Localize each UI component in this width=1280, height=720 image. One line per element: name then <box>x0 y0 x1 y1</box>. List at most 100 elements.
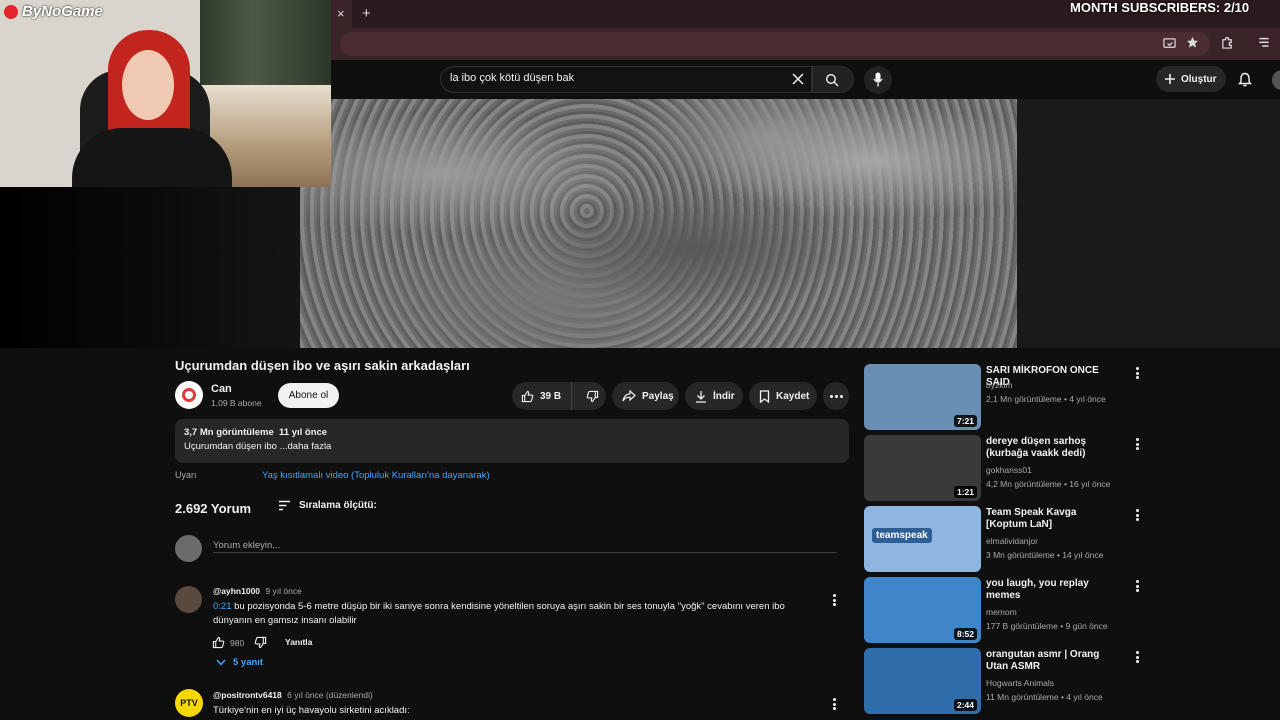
sort-comments-button[interactable]: Sıralama ölçütü: <box>278 500 377 511</box>
channel-avatar[interactable] <box>175 381 203 409</box>
address-bar[interactable] <box>340 32 1210 56</box>
channel-logo-icon <box>182 388 196 402</box>
subscribe-label: Abone ol <box>288 390 329 401</box>
like-dislike-group: 39 B <box>512 382 606 410</box>
video-frame[interactable] <box>300 99 1017 348</box>
search-icon <box>825 73 839 87</box>
recommendation-menu-icon[interactable] <box>1131 437 1143 451</box>
download-button[interactable]: İndir <box>685 382 743 410</box>
dislike-button[interactable] <box>578 382 606 410</box>
notifications-bell-icon[interactable] <box>1238 72 1252 87</box>
video-thumbnail[interactable]: 1:21 <box>864 435 981 501</box>
recommendation-card[interactable]: 8:52 you laugh, you replay memes memom 177 … <box>864 577 1154 643</box>
video-thumbnail[interactable]: 7:21 <box>864 364 981 430</box>
webcam-curtain <box>200 0 331 90</box>
chevron-down-icon <box>216 659 226 666</box>
create-button[interactable]: Oluştur <box>1156 66 1226 92</box>
comment-like-icon[interactable] <box>212 636 225 649</box>
share-button[interactable]: Paylaş <box>612 382 679 410</box>
video-duration-badge: 7:21 <box>953 415 977 427</box>
comment-avatar-text: PTV <box>180 698 198 708</box>
more-horizontal-icon <box>829 394 843 398</box>
recommendation-card[interactable]: 2:44 orangutan asmr | Orang Utan ASMR Hogw… <box>864 648 1154 714</box>
share-icon <box>622 390 636 402</box>
recommendation-channel[interactable]: Hogwarts Animals <box>986 676 1054 690</box>
save-label: Kaydet <box>776 390 810 402</box>
age-restriction-link[interactable]: Yaş kısıtlamalı video (Topluluk Kurallar… <box>262 470 490 481</box>
comment-avatar[interactable]: PTV <box>175 689 203 717</box>
subscriber-count: 1,09 B abone <box>211 398 262 408</box>
recommendation-channel[interactable]: byzkim <box>986 378 1012 392</box>
current-user-avatar <box>175 535 202 562</box>
recommendation-channel[interactable]: memom <box>986 605 1017 619</box>
comment-header: @ayhn1000 9 yıl önce <box>213 586 302 596</box>
video-duration-badge: 2:44 <box>953 699 977 711</box>
recommendation-title[interactable]: orangutan asmr | Orang Utan ASMR <box>986 649 1114 673</box>
replies-count: 5 yanıt <box>233 657 264 668</box>
browser-menu-icon[interactable] <box>1258 36 1270 49</box>
comment-avatar[interactable] <box>175 586 202 613</box>
views-and-date: 3,7 Mn görüntüleme 11 yıl önce <box>184 427 328 438</box>
recommendation-meta: 3 Mn görüntüleme • 14 yıl önce <box>986 550 1104 560</box>
video-thumbnail[interactable]: 8:52 <box>864 577 981 643</box>
like-button[interactable]: 39 B <box>512 382 572 410</box>
recommendation-menu-icon[interactable] <box>1131 366 1143 380</box>
bynogame-logo: ByNoGame <box>4 3 103 20</box>
month-subscribers-counter: MONTH SUBSCRIBERS: 2/10 <box>1070 0 1250 15</box>
recommendation-meta: 4,2 Mn görüntüleme • 16 yıl önce <box>986 479 1111 489</box>
plus-icon <box>1164 73 1176 85</box>
comment-body: 0:21 bu pozisyonda 5-6 metre düşüp bir i… <box>213 600 793 628</box>
webcam-overlay: ByNoGame <box>0 0 331 187</box>
comment-author[interactable]: @positrontv6418 <box>213 690 282 700</box>
comment-time: 6 yıl önce (düzenlendi) <box>287 690 373 700</box>
comment-menu-icon[interactable] <box>828 593 840 607</box>
recommendation-channel[interactable]: elmalividanjor <box>986 534 1038 548</box>
recommendation-menu-icon[interactable] <box>1131 579 1143 593</box>
cast-icon[interactable] <box>1163 37 1176 50</box>
recommendation-meta: 177 B görüntüleme • 9 gün önce <box>986 621 1108 631</box>
new-tab-button[interactable]: + <box>362 5 371 22</box>
recommendation-menu-icon[interactable] <box>1131 650 1143 664</box>
recommendation-card[interactable]: 1:21 dereye düşen sarhoş (kurbağa vaakk d… <box>864 435 1154 501</box>
comment-author[interactable]: @ayhn1000 <box>213 586 260 596</box>
video-duration-badge: 1:21 <box>953 486 977 498</box>
comment-menu-icon[interactable] <box>828 697 840 711</box>
recommendation-title[interactable]: Team Speak Kavga [Koptum LaN] <box>986 507 1114 531</box>
recommendation-meta: 2,1 Mn görüntüleme • 4 yıl önce <box>986 394 1106 404</box>
sort-icon <box>278 500 291 511</box>
share-label: Paylaş <box>642 390 674 402</box>
comment-dislike-icon[interactable] <box>254 636 267 649</box>
recommendation-card[interactable]: teamspeak Team Speak Kavga [Koptum LaN] el… <box>864 506 1154 572</box>
close-tab-icon[interactable]: × <box>337 6 345 21</box>
more-actions-button[interactable] <box>823 382 849 410</box>
comment-count: 2.692 Yorum <box>175 501 252 516</box>
recommendation-card[interactable]: 7:21 SARI MİKROFON ONCE SAID byzkim 2,1 Mn … <box>864 364 1154 430</box>
description-box[interactable]: 3,7 Mn görüntüleme 11 yıl önce Uçurumdan… <box>175 419 849 463</box>
extensions-icon[interactable] <box>1221 36 1234 49</box>
add-comment-input[interactable]: Yorum ekleyin... <box>213 535 837 553</box>
recommendation-menu-icon[interactable] <box>1131 508 1143 522</box>
save-button[interactable]: Kaydet <box>749 382 817 410</box>
thumbs-up-icon <box>521 390 534 403</box>
video-title: Uçurumdan düşen ibo ve aşırı sakin arkad… <box>175 358 470 373</box>
recommendation-title[interactable]: you laugh, you replay memes <box>986 578 1114 602</box>
comment-timestamp-link[interactable]: 0:21 <box>213 601 232 612</box>
recommendation-title[interactable]: dereye düşen sarhoş (kurbağa vaakk dedi) <box>986 436 1114 460</box>
microphone-icon <box>873 72 883 87</box>
recommendation-channel[interactable]: gokhanss01 <box>986 463 1032 477</box>
comment-reply-button[interactable]: Yanıtla <box>285 637 312 647</box>
bynogame-logo-icon <box>4 4 18 19</box>
recommendations-list: 7:21 SARI MİKROFON ONCE SAID byzkim 2,1 Mn … <box>864 364 1154 720</box>
comment-like-count: 980 <box>230 638 245 648</box>
clear-search-icon[interactable] <box>791 72 805 86</box>
show-replies-button[interactable]: 5 yanıt <box>216 657 263 668</box>
subscribe-button[interactable]: Abone ol <box>278 383 339 408</box>
bookmark-star-icon[interactable] <box>1186 36 1199 49</box>
video-thumbnail[interactable]: teamspeak <box>864 506 981 572</box>
save-bookmark-icon <box>759 389 770 403</box>
player-left-shade <box>0 187 300 348</box>
warning-label: Uyarı <box>175 470 197 480</box>
search-input[interactable]: la ibo çok kötü düşen bak <box>450 72 574 84</box>
video-thumbnail[interactable]: 2:44 <box>864 648 981 714</box>
channel-name[interactable]: Can <box>211 383 232 395</box>
